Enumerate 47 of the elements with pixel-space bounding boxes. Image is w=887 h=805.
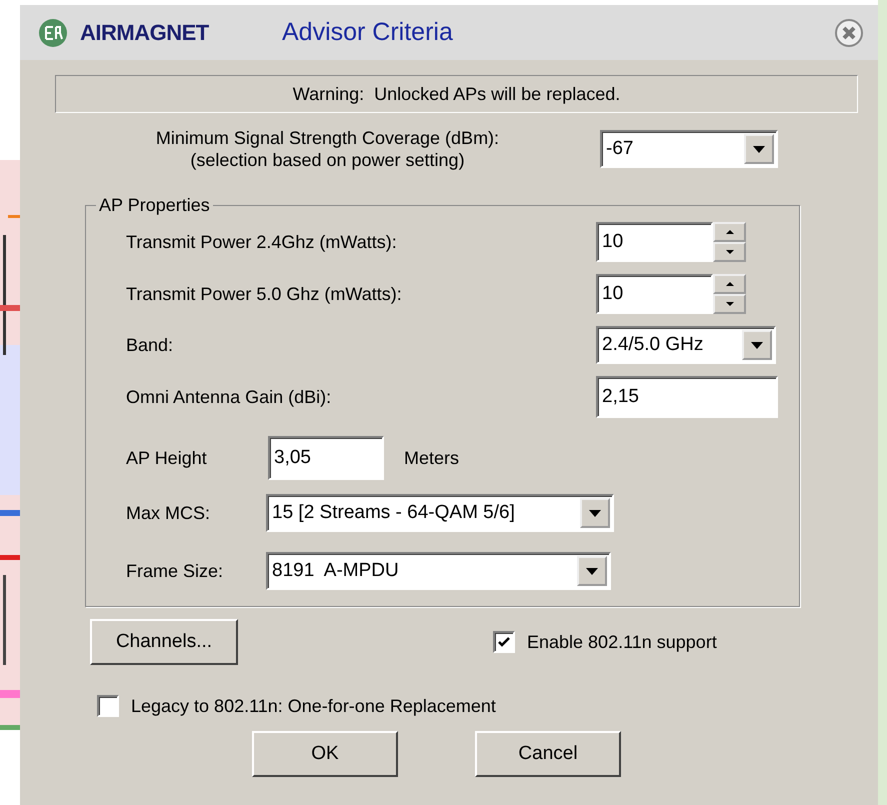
close-icon[interactable] bbox=[834, 18, 864, 48]
down-arrow-icon bbox=[726, 250, 734, 254]
signal-strength-dropdown[interactable]: -67 bbox=[600, 130, 778, 168]
dropdown-button[interactable] bbox=[744, 134, 774, 164]
dialog-button[interactable]: Cancel bbox=[475, 731, 621, 777]
brand-name: AIRMAGNET bbox=[80, 20, 210, 46]
unit-label: Meters bbox=[404, 448, 460, 468]
text-field[interactable]: 2,15 bbox=[596, 376, 778, 418]
logo-icon bbox=[38, 18, 68, 48]
number-field[interactable]: 10 bbox=[596, 274, 713, 314]
max-mcs-dropdown[interactable]: 15 [2 Streams - 64-QAM 5/6] bbox=[266, 494, 614, 532]
caret-icon bbox=[589, 510, 601, 516]
field-label: Omni Antenna Gain (dBi): bbox=[126, 386, 332, 408]
text-field[interactable]: 3,05 bbox=[268, 436, 384, 480]
spin-up-button[interactable] bbox=[713, 222, 746, 242]
field-label: Transmit Power 5.0 Ghz (mWatts): bbox=[126, 284, 403, 304]
group-title: AP Properties bbox=[98, 195, 211, 216]
checkbox[interactable] bbox=[97, 695, 119, 717]
field-label: AP Height bbox=[126, 448, 208, 468]
caret-icon bbox=[586, 568, 598, 574]
window-title: Advisor Criteria bbox=[282, 18, 454, 47]
channels-button[interactable]: Channels... bbox=[90, 619, 238, 665]
number-field[interactable]: 10 bbox=[596, 222, 713, 262]
field-label: Frame Size: bbox=[126, 560, 224, 582]
caret-icon bbox=[753, 146, 765, 152]
spin-down-button[interactable] bbox=[713, 294, 746, 314]
up-arrow-icon bbox=[726, 230, 734, 234]
band-dropdown[interactable]: 2.4/5.0 GHz bbox=[596, 326, 776, 364]
check-icon bbox=[498, 637, 510, 647]
dialog-button[interactable]: OK bbox=[252, 731, 398, 777]
down-arrow-icon bbox=[726, 302, 734, 306]
up-arrow-icon bbox=[726, 282, 734, 286]
spin-up-button[interactable] bbox=[713, 274, 746, 294]
checkbox-label[interactable]: Enable 802.11n support bbox=[527, 632, 717, 652]
signal-strength-label: Minimum Signal Strength Coverage (dBm): (selection based on power setting) bbox=[154, 127, 500, 171]
checkbox[interactable] bbox=[493, 631, 515, 653]
caret-icon bbox=[751, 342, 763, 348]
field-label: Transmit Power 2.4Ghz (mWatts): bbox=[126, 232, 398, 252]
field-label: Max MCS: bbox=[126, 502, 212, 524]
checkbox-label[interactable]: Legacy to 802.11n: One-for-one Replacement bbox=[131, 696, 496, 716]
frame-size-dropdown[interactable]: 8191 A-MPDU bbox=[266, 552, 611, 590]
warning-message: Warning: Unlocked APs will be replaced. bbox=[55, 75, 858, 113]
dropdown-button[interactable] bbox=[742, 330, 772, 360]
field-label: Band: bbox=[126, 334, 174, 356]
spin-down-button[interactable] bbox=[713, 242, 746, 262]
dropdown-button[interactable] bbox=[577, 556, 607, 586]
dropdown-button[interactable] bbox=[580, 498, 610, 528]
